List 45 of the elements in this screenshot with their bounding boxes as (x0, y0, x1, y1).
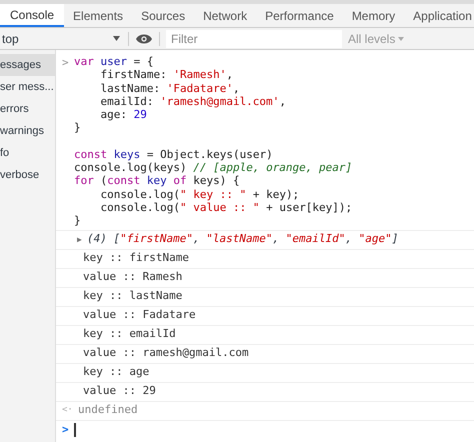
panel-tab[interactable]: Sources (132, 4, 194, 27)
log-message: key :: emailId (83, 326, 176, 342)
panel-tab[interactable]: Elements (64, 4, 132, 27)
dropdown-arrow-icon (398, 36, 404, 40)
code-line: console.log(keys) // [apple, orange, pear] (74, 161, 352, 174)
expand-triangle[interactable]: ▶ (56, 234, 87, 246)
code-line: const keys = Object.keys(user) (74, 148, 274, 162)
panel-tab[interactable]: Console (0, 4, 64, 27)
sidebar-item[interactable]: ser mess... (0, 76, 55, 98)
code-line: console.log(" key :: " + key); (99, 188, 300, 201)
log-message: value :: Fadatare (83, 307, 196, 324)
array-output[interactable]: (4) ["firstName", "lastName", "emailId", "age"] (87, 231, 398, 248)
log-message: key :: lastName (83, 288, 182, 304)
code-line: var user = { (74, 55, 154, 68)
panel-tab[interactable]: Performance (256, 4, 343, 27)
panel-tab[interactable]: Network (194, 4, 256, 27)
code-line: console.log(" value :: " + user[key]); (99, 200, 352, 214)
code-line: } (74, 121, 82, 135)
prompt-chevron: > (61, 422, 70, 438)
sidebar-item[interactable]: fo (0, 142, 55, 164)
context-select[interactable]: top (0, 28, 128, 49)
panel-tab[interactable]: Memory (342, 4, 404, 27)
sidebar-item[interactable]: warnings (0, 120, 55, 142)
log-message: value :: 29 (83, 383, 156, 400)
sidebar-item[interactable]: verbose (0, 164, 55, 186)
dropdown-arrow-icon (113, 36, 120, 41)
panel-tab[interactable]: Application (404, 4, 474, 27)
log-message: key :: firstName (83, 250, 189, 266)
filter-field[interactable]: Filter (166, 30, 342, 48)
log-message: key :: age (83, 364, 150, 380)
code-line: age: 29 (99, 108, 148, 122)
log-message: value :: Ramesh (83, 269, 182, 286)
code-line: for (const key of keys) { (74, 174, 241, 188)
code-line: firstName: 'Ramesh', (99, 68, 234, 82)
eye-icon[interactable] (136, 34, 152, 44)
sidebar-item[interactable]: errors (0, 98, 55, 120)
prompt-chevron: > (61, 55, 70, 71)
code-line: emailId: 'ramesh@gmail.com', (99, 94, 287, 108)
code-line: lastName: 'Fadatare', (99, 82, 241, 95)
code-line: } (74, 214, 82, 228)
context-value: top (2, 30, 20, 48)
result-value: undefined (78, 402, 138, 418)
log-message: value :: ramesh@gmail.com (83, 345, 249, 362)
result-arrow: <· (61, 404, 74, 417)
sidebar-item[interactable]: essages (0, 54, 55, 76)
